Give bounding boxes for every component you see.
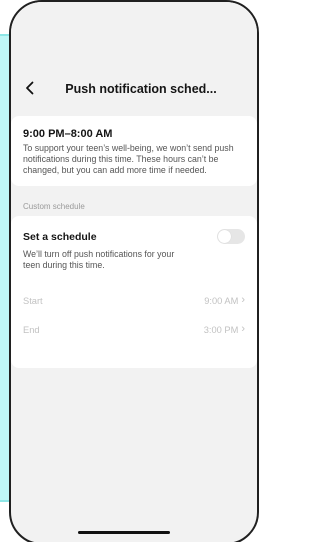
start-time-row[interactable]: Start 9:00 AM › bbox=[23, 286, 245, 315]
schedule-toggle[interactable] bbox=[217, 229, 245, 244]
end-value-group: 3:00 PM › bbox=[204, 324, 245, 335]
chevron-right-icon: › bbox=[241, 323, 245, 335]
end-label: End bbox=[23, 324, 40, 335]
page-title: Push notification sched... bbox=[65, 82, 217, 96]
default-schedule-time: 9:00 PM–8:00 AM bbox=[23, 128, 113, 140]
status-area bbox=[11, 2, 257, 72]
screen: Push notification sched... 9:00 PM–8:00 … bbox=[0, 0, 259, 542]
home-indicator bbox=[78, 531, 170, 534]
custom-schedule-card: Set a schedule We’ll turn off push notif… bbox=[11, 216, 257, 368]
default-schedule-description: To support your teen’s well-being, we wo… bbox=[23, 143, 234, 175]
toggle-knob bbox=[218, 230, 231, 243]
default-schedule-card: 9:00 PM–8:00 AM To support your teen’s w… bbox=[11, 116, 257, 186]
set-schedule-description: We’ll turn off push notifications for yo… bbox=[23, 249, 175, 270]
custom-schedule-section-label: Custom schedule bbox=[23, 202, 85, 211]
start-value: 9:00 AM bbox=[204, 295, 239, 306]
start-value-group: 9:00 AM › bbox=[204, 295, 245, 306]
set-schedule-title: Set a schedule bbox=[23, 230, 97, 243]
end-value: 3:00 PM bbox=[203, 324, 239, 335]
set-schedule-row: Set a schedule bbox=[23, 229, 245, 244]
header: Push notification sched... bbox=[11, 72, 257, 106]
start-label: Start bbox=[23, 295, 43, 306]
end-time-row[interactable]: End 3:00 PM › bbox=[23, 315, 245, 344]
phone-frame: Push notification sched... 9:00 PM–8:00 … bbox=[9, 0, 259, 542]
back-chevron-icon[interactable] bbox=[21, 79, 39, 97]
chevron-right-icon: › bbox=[241, 294, 245, 306]
